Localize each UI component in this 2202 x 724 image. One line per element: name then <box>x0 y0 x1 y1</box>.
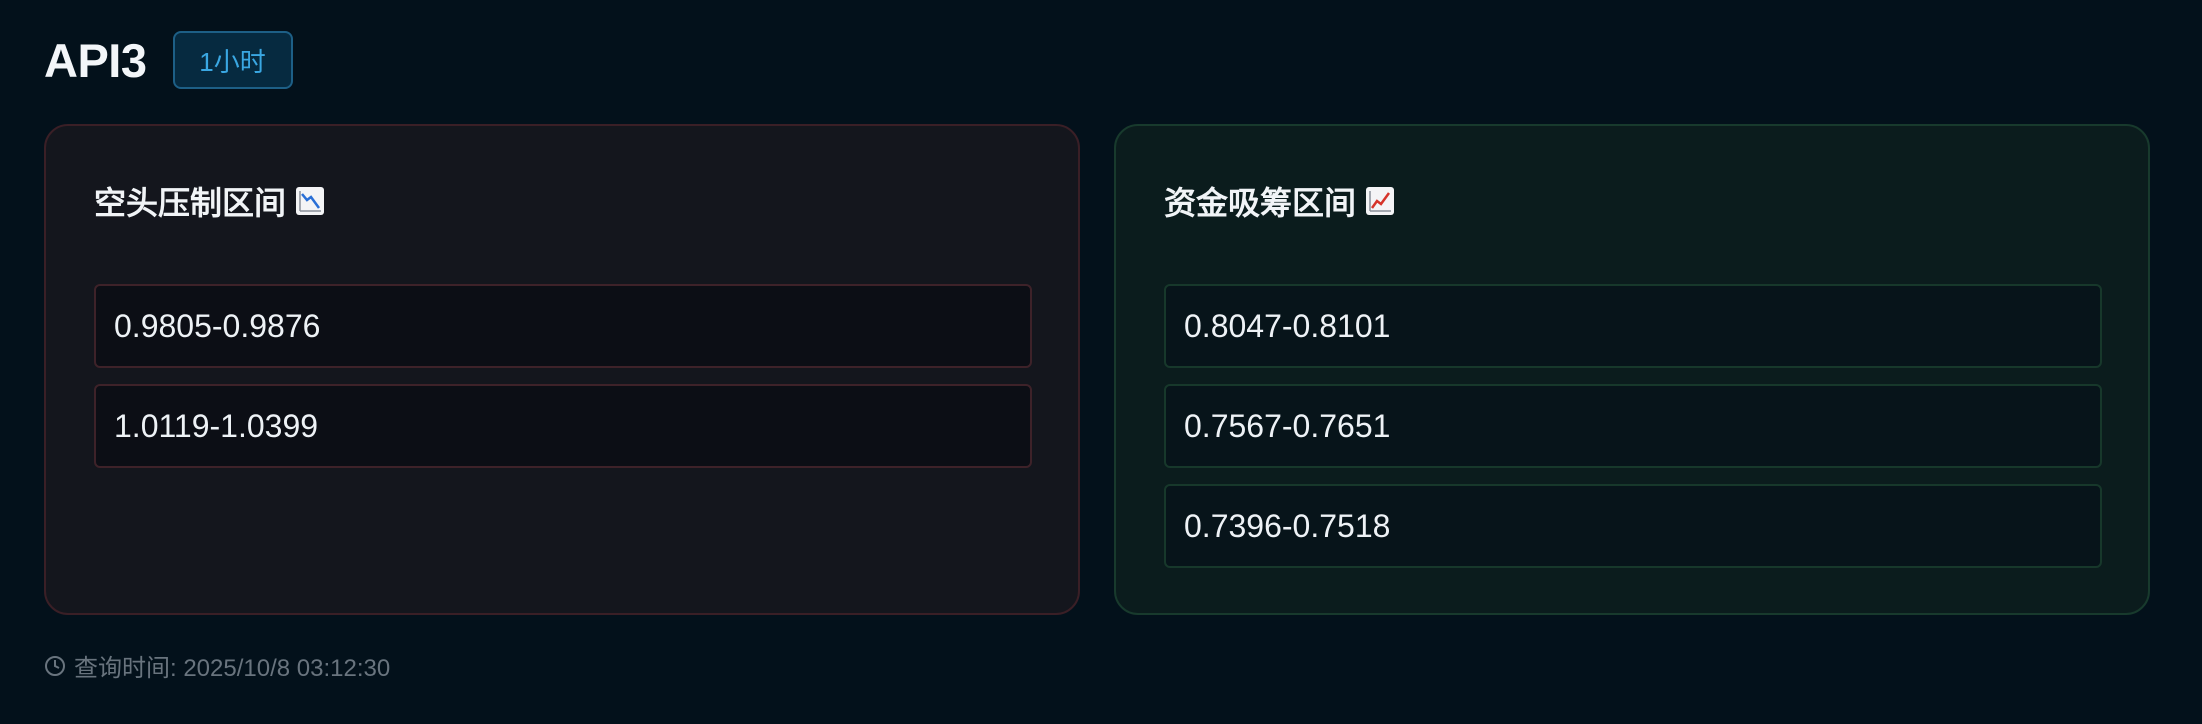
chart-decreasing-icon <box>296 187 325 215</box>
long-panel-title: 资金吸筹区间 <box>1164 178 1395 224</box>
short-pressure-panel: 空头压制区间 0.9805-0.9876 1.0119-1.0399 <box>44 124 1080 615</box>
long-range-item: 0.7567-0.7651 <box>1164 384 2102 468</box>
chart-increasing-icon <box>1366 187 1395 215</box>
short-range-item: 0.9805-0.9876 <box>94 284 1032 368</box>
accumulation-panel: 资金吸筹区间 0.8047-0.8101 0.7567-0.7651 0.739… <box>1114 124 2150 615</box>
long-panel-title-text: 资金吸筹区间 <box>1164 185 1357 221</box>
clock-icon <box>45 655 65 676</box>
symbol-title: API3 <box>44 33 147 87</box>
interval-badge[interactable]: 1小时 <box>172 31 293 89</box>
header: API3 1小时 <box>44 30 293 90</box>
short-panel-title: 空头压制区间 <box>94 178 325 224</box>
short-range-list: 0.9805-0.9876 1.0119-1.0399 <box>94 284 1032 484</box>
query-time-text: 查询时间: 2025/10/8 03:12:30 <box>74 655 391 682</box>
long-range-item: 0.8047-0.8101 <box>1164 284 2102 368</box>
long-range-item: 0.7396-0.7518 <box>1164 484 2102 568</box>
short-range-item: 1.0119-1.0399 <box>94 384 1032 468</box>
query-time-footer: 查询时间: 2025/10/8 03:12:30 <box>44 648 390 683</box>
short-panel-title-text: 空头压制区间 <box>94 185 287 221</box>
long-range-list: 0.8047-0.8101 0.7567-0.7651 0.7396-0.751… <box>1164 284 2102 584</box>
